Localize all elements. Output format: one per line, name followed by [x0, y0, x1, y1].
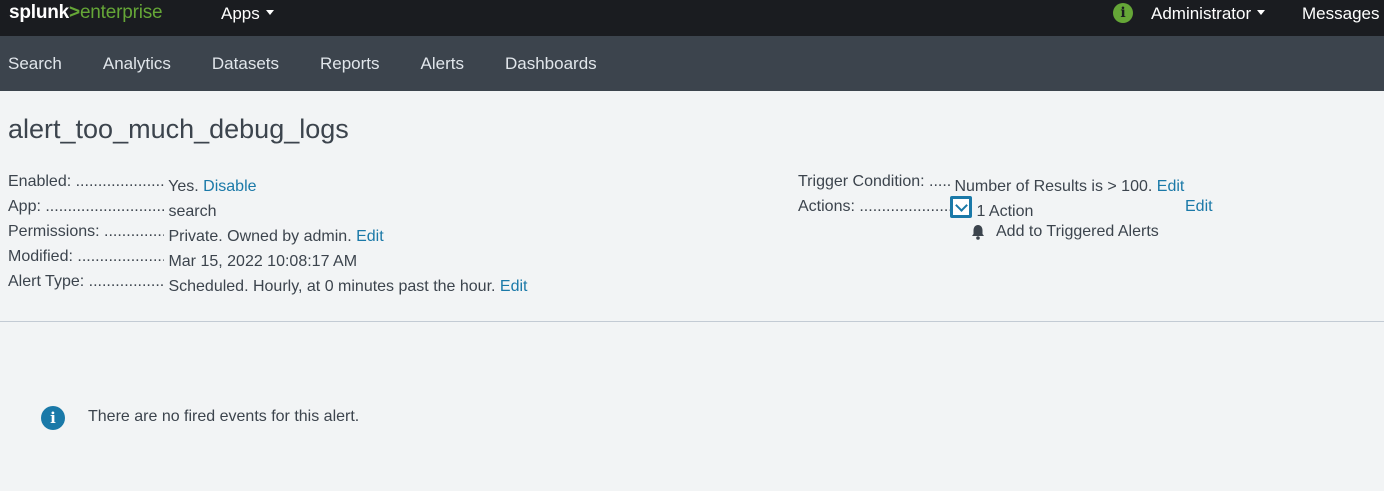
- detail-modified: Modified: ..............................…: [8, 248, 358, 270]
- no-events-message: There are no fired events for this alert…: [88, 408, 360, 425]
- nav-reports[interactable]: Reports: [312, 54, 388, 74]
- edit-permissions-link[interactable]: Edit: [356, 228, 384, 245]
- splunk-logo[interactable]: splunk>enterprise: [9, 2, 163, 24]
- info-status-icon[interactable]: i: [1113, 3, 1133, 23]
- apps-menu[interactable]: Apps: [221, 4, 274, 24]
- app-bar: Search Analytics Datasets Reports Alerts…: [0, 36, 1384, 91]
- edit-trigger-link[interactable]: Edit: [1157, 178, 1185, 195]
- action-item-triggered-alerts: Add to Triggered Alerts: [996, 223, 1159, 240]
- info-icon: i: [41, 406, 65, 430]
- nav-analytics[interactable]: Analytics: [95, 54, 179, 74]
- caret-down-icon: [1257, 10, 1266, 16]
- edit-alert-type-link[interactable]: Edit: [500, 278, 528, 295]
- page-title: alert_too_much_debug_logs: [8, 114, 349, 144]
- bell-icon: [972, 225, 984, 240]
- nav-dashboards[interactable]: Dashboards: [497, 54, 605, 74]
- caret-down-icon: [265, 10, 274, 16]
- global-header: splunk>enterprise Apps i Administrator M…: [0, 0, 1384, 28]
- detail-enabled: Enabled: ...............................…: [8, 173, 257, 195]
- nav-alerts[interactable]: Alerts: [413, 54, 472, 74]
- detail-app: App: ...................................…: [8, 198, 217, 220]
- nav-search[interactable]: Search: [0, 54, 70, 74]
- user-menu[interactable]: Administrator: [1151, 4, 1266, 24]
- edit-actions-link[interactable]: Edit: [1185, 198, 1213, 216]
- app-nav: Search Analytics Datasets Reports Alerts…: [0, 36, 630, 91]
- header-gap: [0, 28, 1384, 36]
- detail-trigger-condition: Trigger Condition: .....................…: [798, 173, 1185, 195]
- messages-menu[interactable]: Messages: [1302, 4, 1379, 24]
- nav-datasets[interactable]: Datasets: [204, 54, 287, 74]
- section-divider: [0, 321, 1384, 322]
- detail-actions: Actions: ...............................…: [798, 198, 1034, 220]
- detail-alert-type: Alert Type: ............................…: [8, 273, 528, 295]
- disable-link[interactable]: Disable: [203, 178, 256, 195]
- actions-expand-toggle[interactable]: [950, 196, 972, 218]
- detail-permissions: Permissions: ...........................…: [8, 223, 384, 245]
